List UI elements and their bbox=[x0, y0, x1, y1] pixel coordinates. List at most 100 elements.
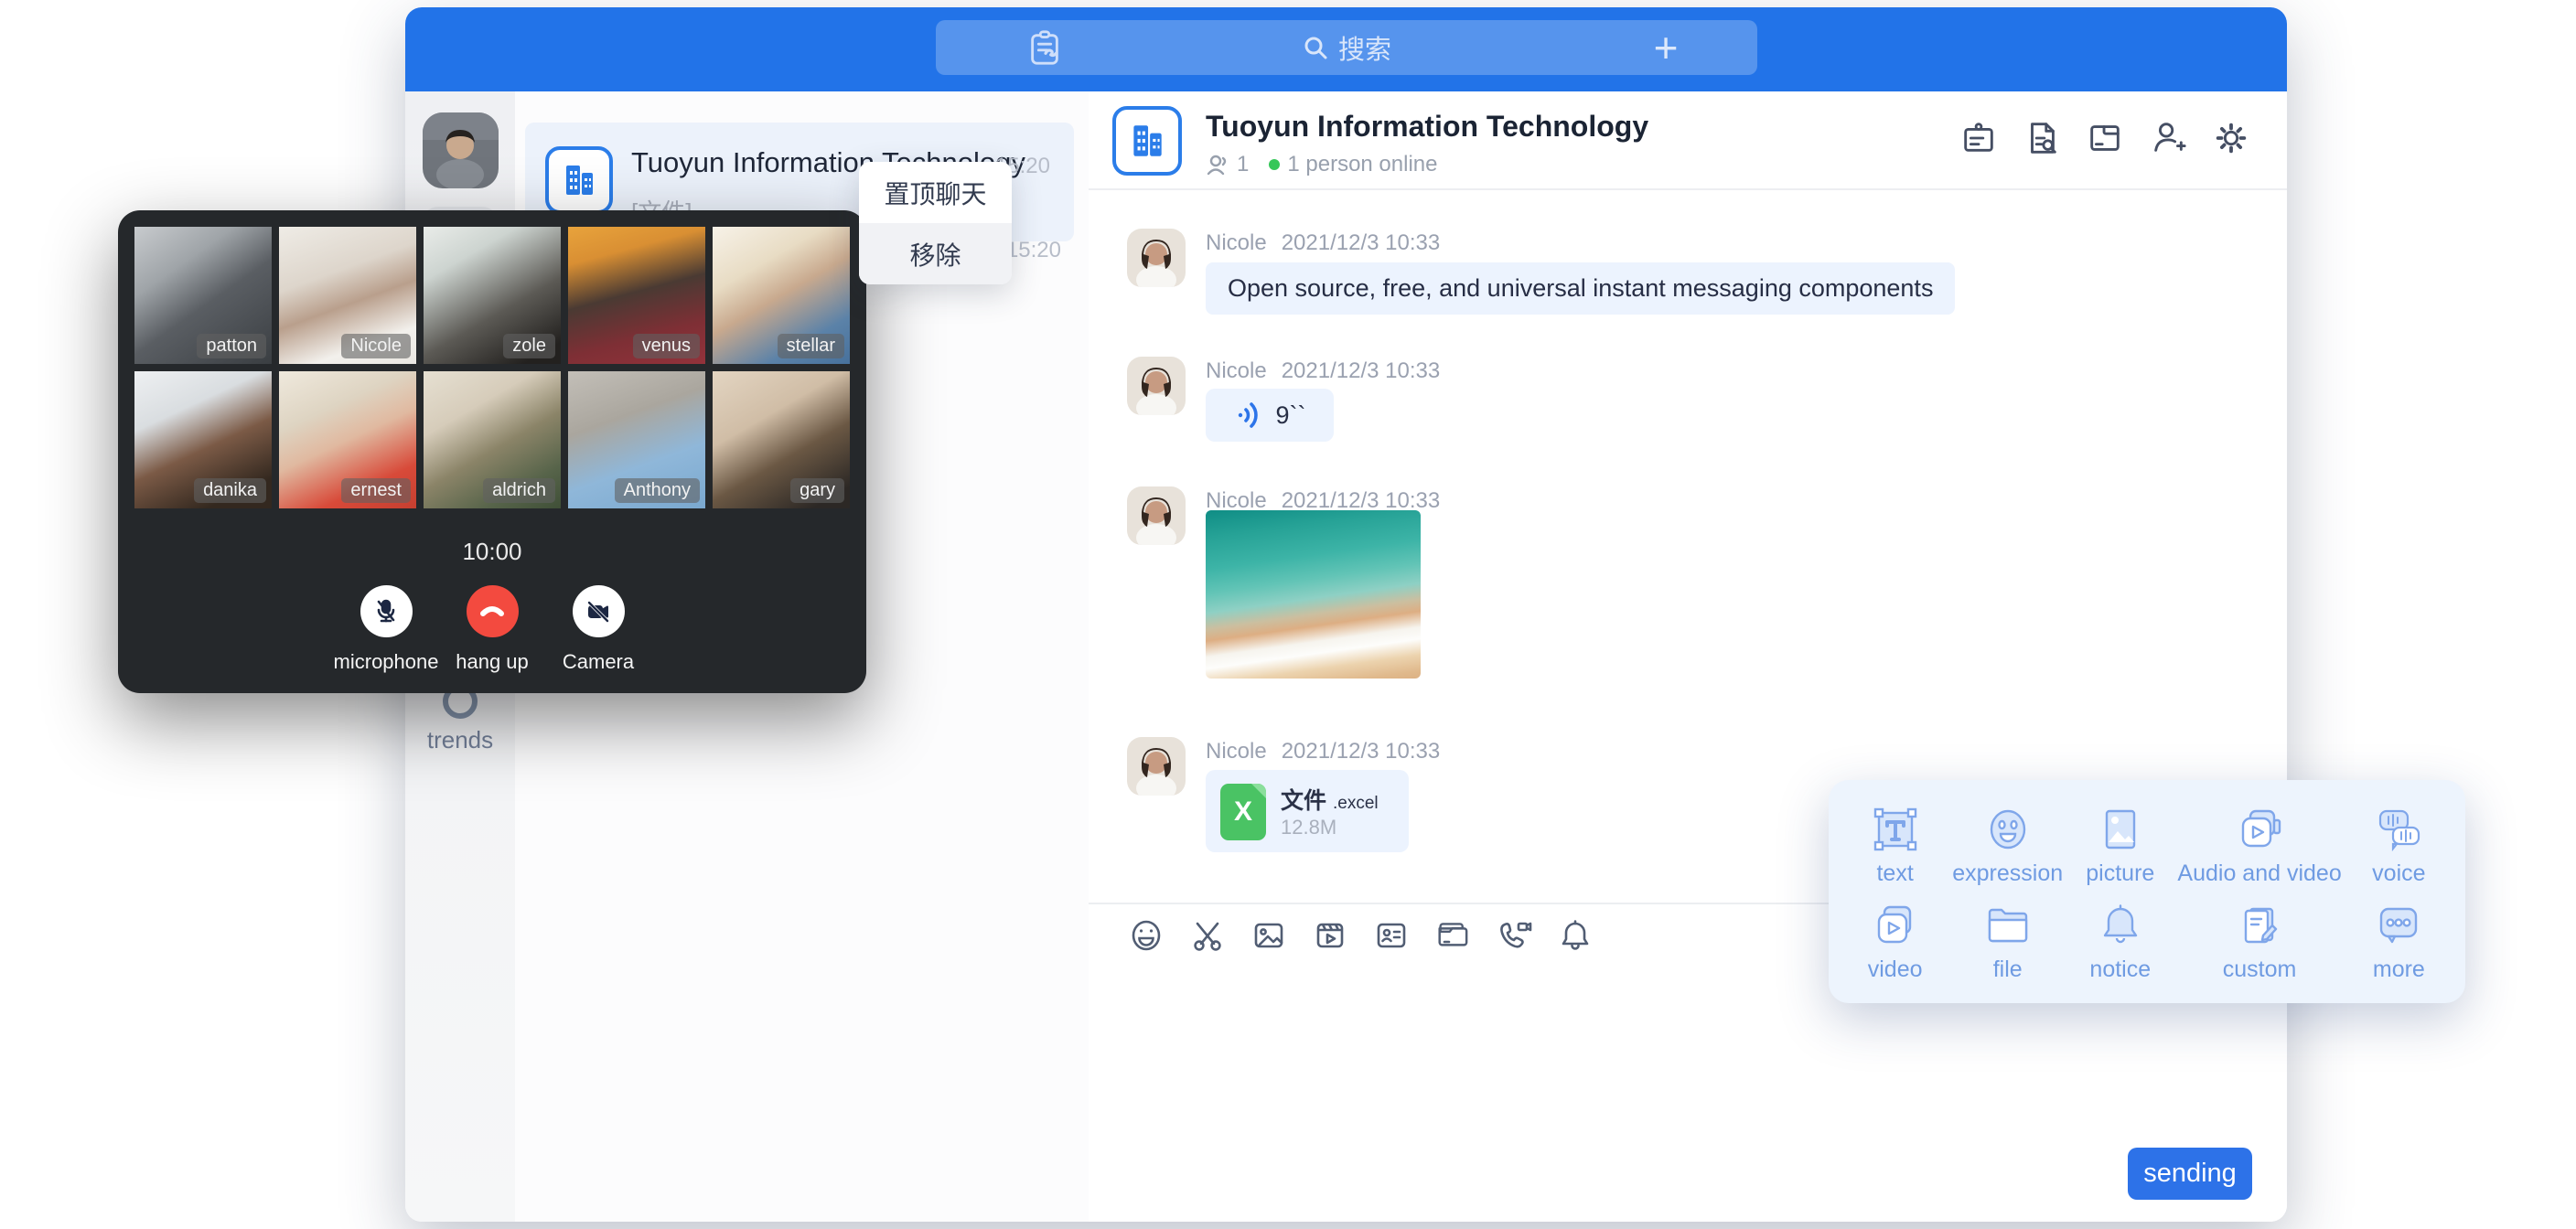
group-icon bbox=[545, 146, 613, 214]
excel-file-icon: X bbox=[1220, 784, 1266, 840]
add-member-icon[interactable] bbox=[2149, 119, 2187, 157]
image-icon[interactable] bbox=[1250, 917, 1287, 954]
menu-item-pin-chat[interactable]: 置顶聊天 bbox=[859, 162, 1012, 223]
attach-label: picture bbox=[2086, 860, 2154, 887]
attach-label: expression bbox=[1952, 860, 2063, 887]
avatar[interactable] bbox=[423, 112, 499, 188]
sender-name: Nicole bbox=[1206, 488, 1267, 513]
group-icon bbox=[1112, 106, 1182, 176]
attach-label: custom bbox=[2223, 956, 2297, 983]
participant-tile: gary bbox=[713, 371, 850, 508]
attach-item-notice[interactable]: notice bbox=[2066, 900, 2174, 987]
settings-gear-icon[interactable] bbox=[2212, 119, 2250, 157]
microphone-button[interactable] bbox=[360, 585, 413, 637]
participant-name: stellar bbox=[778, 334, 844, 358]
context-menu: 置顶聊天 移除 bbox=[859, 162, 1012, 284]
chat-history-search-icon[interactable] bbox=[2023, 119, 2061, 157]
chat-title: Tuoyun Information Technology bbox=[1206, 110, 1648, 144]
avatar[interactable] bbox=[1127, 486, 1186, 545]
image-message-beach[interactable] bbox=[1206, 510, 1421, 679]
search-input[interactable]: 搜索 bbox=[936, 20, 1757, 75]
sender-name: Nicole bbox=[1206, 358, 1267, 383]
message-time: 2021/12/3 10:33 bbox=[1282, 488, 1441, 513]
call-controls: microphone hang up bbox=[118, 585, 866, 674]
hang-up-button[interactable] bbox=[467, 585, 519, 637]
video-play-icon bbox=[1870, 900, 1921, 951]
participant-name: aldrich bbox=[483, 478, 555, 503]
video-call-icon[interactable] bbox=[1496, 917, 1532, 954]
search-placeholder: 搜索 bbox=[1338, 28, 1391, 67]
mic-muted-icon bbox=[372, 598, 400, 625]
menu-item-remove[interactable]: 移除 bbox=[859, 223, 1012, 284]
voice-message-bubble[interactable]: 9`` bbox=[1206, 389, 1334, 442]
folder-icon[interactable] bbox=[1434, 917, 1471, 954]
attach-label: voice bbox=[2372, 860, 2425, 887]
attach-item-file[interactable]: file bbox=[1952, 900, 2063, 987]
file-message-bubble[interactable]: X 文件 .excel 12.8M bbox=[1206, 770, 1409, 852]
avatar[interactable] bbox=[1127, 737, 1186, 796]
attach-item-voice[interactable]: voice bbox=[2345, 804, 2453, 891]
avatar[interactable] bbox=[1127, 357, 1186, 415]
control-label: Camera bbox=[563, 650, 634, 674]
participant-name: ernest bbox=[341, 478, 411, 503]
hangup-icon bbox=[478, 597, 507, 626]
video-clip-icon[interactable] bbox=[1312, 917, 1348, 954]
top-bar: 搜索 + bbox=[405, 7, 2287, 91]
contact-card-icon[interactable] bbox=[1373, 917, 1410, 954]
participant-tile: zole bbox=[424, 227, 561, 364]
participant-tile: Nicole bbox=[279, 227, 416, 364]
message-time: 2021/12/3 10:33 bbox=[1282, 358, 1441, 383]
file-ext: .excel bbox=[1333, 794, 1379, 813]
participant-name: Nicole bbox=[341, 334, 411, 358]
participant-tile: danika bbox=[134, 371, 272, 508]
screenshot-scissors-icon[interactable] bbox=[1189, 917, 1226, 954]
member-count: 1 bbox=[1237, 152, 1249, 177]
participant-grid: patton Nicole zole venus stellar danika … bbox=[134, 227, 850, 508]
camera-button[interactable] bbox=[573, 585, 625, 637]
notice-bell-icon bbox=[2095, 900, 2146, 951]
attach-item-custom[interactable]: custom bbox=[2177, 900, 2341, 987]
search-bar[interactable]: 搜索 + bbox=[936, 20, 1757, 75]
attach-item-expression[interactable]: expression bbox=[1952, 804, 2063, 891]
plus-icon[interactable]: + bbox=[1640, 22, 1691, 73]
members-icon bbox=[1206, 153, 1229, 176]
notice-board-icon[interactable] bbox=[1959, 119, 1998, 157]
notification-bell-icon[interactable] bbox=[1557, 917, 1594, 954]
send-button[interactable]: sending bbox=[2128, 1148, 2252, 1200]
audio-video-icon bbox=[2234, 804, 2285, 855]
attach-item-audio-video[interactable]: Audio and video bbox=[2177, 804, 2341, 891]
emoji-icon[interactable] bbox=[1128, 917, 1165, 954]
voice-duration: 9`` bbox=[1276, 401, 1306, 430]
search-icon bbox=[1302, 34, 1329, 61]
attach-label: notice bbox=[2089, 956, 2151, 983]
chat-main: Tuoyun Information Technology 1 1 person… bbox=[1089, 91, 2287, 1222]
voice-wave-icon bbox=[1234, 400, 1265, 431]
sidebar-item-trends[interactable]: trends bbox=[405, 684, 515, 754]
sender-name: Nicole bbox=[1206, 230, 1267, 255]
expression-smiley-icon bbox=[1982, 804, 2034, 855]
conversation-time-2: 15:20 bbox=[1006, 238, 1061, 263]
trends-label: trends bbox=[405, 726, 515, 754]
attach-item-text[interactable]: text bbox=[1841, 804, 1948, 891]
message-bubble[interactable]: Open source, free, and universal instant… bbox=[1206, 262, 1955, 315]
attach-item-picture[interactable]: picture bbox=[2066, 804, 2174, 891]
participant-name: gary bbox=[790, 478, 844, 503]
attach-label: video bbox=[1868, 956, 1923, 983]
text-frame-icon bbox=[1870, 804, 1921, 855]
participant-name: Anthony bbox=[615, 478, 700, 503]
participant-tile: Anthony bbox=[568, 371, 705, 508]
attach-label: Audio and video bbox=[2177, 860, 2341, 887]
avatar[interactable] bbox=[1127, 229, 1186, 287]
participant-tile: stellar bbox=[713, 227, 850, 364]
attach-item-video[interactable]: video bbox=[1841, 900, 1948, 987]
attach-item-more[interactable]: more bbox=[2345, 900, 2453, 987]
control-label: hang up bbox=[456, 650, 529, 674]
attach-label: file bbox=[1993, 956, 2023, 983]
message-time: 2021/12/3 10:33 bbox=[1282, 739, 1441, 764]
file-size: 12.8M bbox=[1281, 816, 1336, 839]
online-dot bbox=[1269, 159, 1280, 170]
participant-tile: aldrich bbox=[424, 371, 561, 508]
more-dots-icon bbox=[2373, 900, 2424, 951]
group-file-icon[interactable] bbox=[2086, 119, 2124, 157]
participant-name: zole bbox=[503, 334, 555, 358]
